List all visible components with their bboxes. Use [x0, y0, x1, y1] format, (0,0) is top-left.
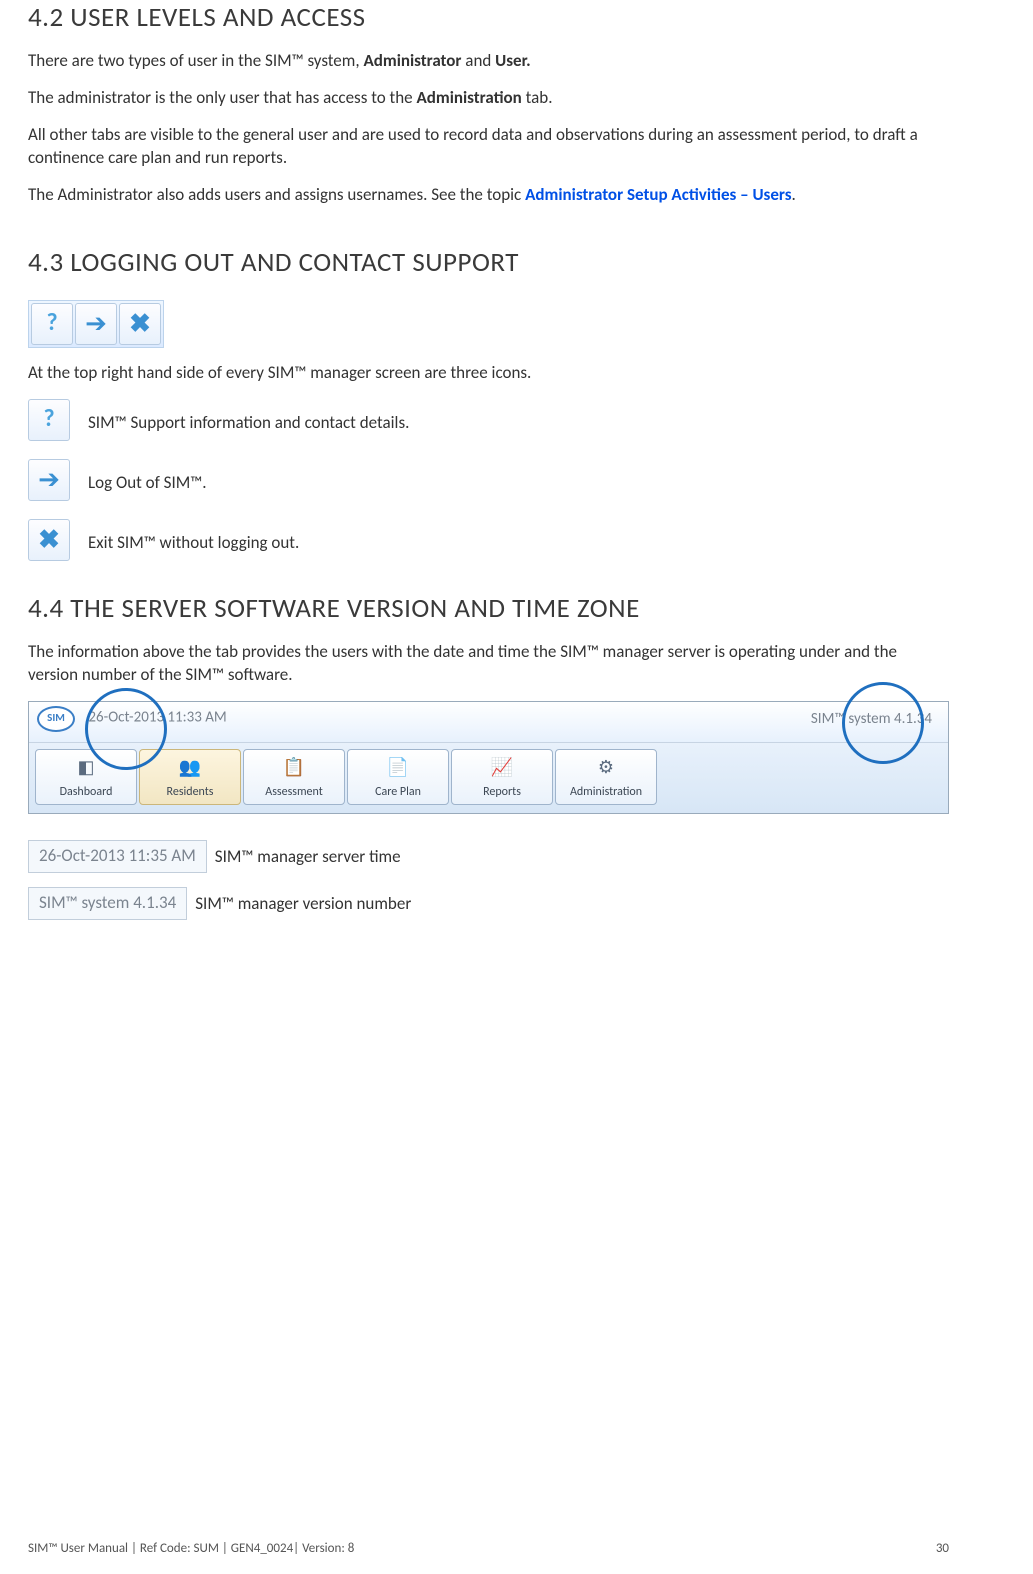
toolbar-icons-image: ? ➔ ✖: [28, 300, 164, 348]
care-plan-icon: 📄: [387, 755, 409, 779]
server-time-snippet: 26-Oct-2013 11:35 AM: [28, 840, 207, 873]
tab-bar: ◧ Dashboard 👥 Residents 📋 Assessment 📄 Care …: [29, 743, 948, 813]
link-admin-setup-users[interactable]: Administrator Setup Activities – Users: [525, 184, 791, 205]
para: All other tabs are visible to the genera…: [28, 124, 949, 170]
bold-admin: Administrator: [363, 50, 461, 71]
heading-4-3: 4.3 LOGGING OUT AND CONTACT SUPPORT: [28, 245, 949, 281]
heading-4-4: 4.4 THE SERVER SOFTWARE VERSION AND TIME…: [28, 591, 949, 627]
logout-desc: Log Out of SIM™.: [88, 472, 207, 501]
text: and: [461, 50, 495, 71]
tab-administration[interactable]: ⚙ Administration: [555, 749, 657, 805]
help-icon: ?: [28, 399, 70, 441]
para: The Administrator also adds users and as…: [28, 184, 949, 207]
text: There are two types of user in the SIM™ …: [28, 50, 363, 71]
heading-4-2: 4.2 USER LEVELS AND ACCESS: [28, 0, 949, 36]
help-icon: ?: [31, 303, 73, 345]
tab-label: Care Plan: [375, 784, 421, 800]
tab-label: Dashboard: [60, 784, 113, 800]
text: tab.: [522, 87, 553, 108]
para: At the top right hand side of every SIM™…: [28, 362, 949, 385]
page-footer: SIM™ User Manual | Ref Code: SUM | GEN4_…: [28, 1540, 949, 1558]
para: There are two types of user in the SIM™ …: [28, 50, 949, 73]
assessment-icon: 📋: [283, 755, 305, 779]
residents-icon: 👥: [179, 755, 201, 779]
tab-dashboard[interactable]: ◧ Dashboard: [35, 749, 137, 805]
exit-close-icon: ✖: [119, 303, 161, 345]
para: The information above the tab provides t…: [28, 641, 949, 687]
version-label: SIM™ manager version number: [195, 893, 411, 920]
tab-reports[interactable]: 📈 Reports: [451, 749, 553, 805]
para: The administrator is the only user that …: [28, 87, 949, 110]
tab-label: Residents: [167, 784, 214, 800]
version-snippet: SIM™ system 4.1.34: [28, 887, 187, 920]
logout-arrow-icon: ➔: [75, 303, 117, 345]
text: .: [792, 184, 796, 205]
bold-admin-tab: Administration: [416, 87, 521, 108]
help-desc: SIM™ Support information and contact det…: [88, 412, 409, 441]
text: The Administrator also adds users and as…: [28, 184, 525, 205]
version-text: SIM™ system 4.1.34: [811, 709, 932, 729]
sim-logo: SIM: [37, 706, 75, 732]
text: The administrator is the only user that …: [28, 87, 416, 108]
logout-arrow-icon: ➔: [28, 459, 70, 501]
tab-label: Assessment: [265, 784, 322, 800]
app-header: SIM 26-Oct-2013 11:33 AM SIM™ system 4.1…: [29, 702, 948, 743]
server-time-label: SIM™ manager server time: [215, 846, 401, 873]
app-screenshot: SIM 26-Oct-2013 11:33 AM SIM™ system 4.1…: [28, 701, 949, 814]
exit-desc: Exit SIM™ without logging out.: [88, 532, 299, 561]
server-time: 26-Oct-2013 11:33 AM: [88, 708, 226, 726]
footer-left: SIM™ User Manual | Ref Code: SUM | GEN4_…: [28, 1540, 354, 1558]
bold-user: User.: [495, 50, 531, 71]
exit-close-icon: ✖: [28, 519, 70, 561]
dashboard-icon: ◧: [77, 755, 94, 779]
tab-label: Administration: [570, 784, 642, 800]
tab-residents[interactable]: 👥 Residents: [139, 749, 241, 805]
page-number: 30: [936, 1540, 949, 1558]
tab-care-plan[interactable]: 📄 Care Plan: [347, 749, 449, 805]
reports-icon: 📈: [491, 755, 513, 779]
administration-icon: ⚙: [598, 755, 614, 779]
tab-assessment[interactable]: 📋 Assessment: [243, 749, 345, 805]
tab-label: Reports: [483, 784, 521, 800]
